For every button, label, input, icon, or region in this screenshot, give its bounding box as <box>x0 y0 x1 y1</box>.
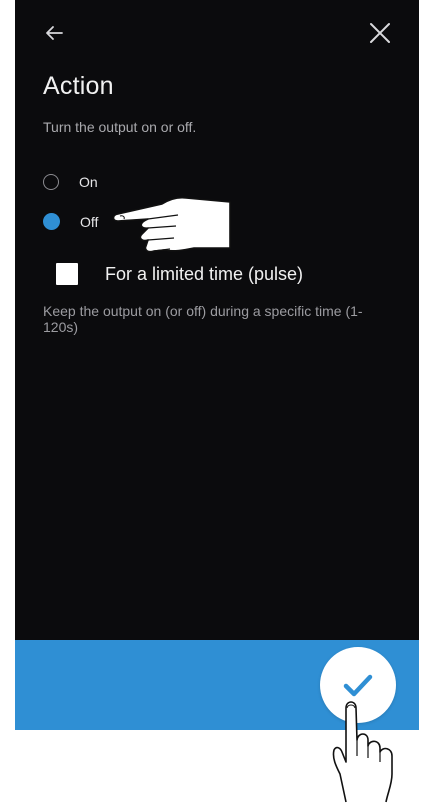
page-subtitle: Turn the output on or off. <box>43 119 197 135</box>
pulse-checkbox-row[interactable]: For a limited time (pulse) <box>56 263 303 285</box>
checkmark-icon <box>343 674 373 697</box>
radio-option-off[interactable]: Off <box>43 213 98 230</box>
radio-off-label: Off <box>80 213 99 230</box>
stage: Action Turn the output on or off. On Off… <box>0 0 425 808</box>
arrow-left-icon <box>46 26 63 40</box>
pulse-help-text: Keep the output on (or off) during a spe… <box>43 303 363 335</box>
radio-on-label: On <box>79 174 98 190</box>
phone-screen: Action Turn the output on or off. On Off… <box>15 0 419 730</box>
confirm-button[interactable] <box>320 647 396 723</box>
pulse-checkbox[interactable] <box>56 263 78 285</box>
radio-option-on[interactable]: On <box>43 174 98 190</box>
top-bar <box>15 0 419 64</box>
radio-on-indicator[interactable] <box>43 174 59 190</box>
close-button[interactable] <box>363 16 397 50</box>
close-icon <box>370 23 390 43</box>
back-button[interactable] <box>37 16 71 50</box>
pulse-checkbox-label: For a limited time (pulse) <box>105 263 304 284</box>
radio-off-indicator[interactable] <box>43 213 60 230</box>
page-title: Action <box>43 72 114 100</box>
